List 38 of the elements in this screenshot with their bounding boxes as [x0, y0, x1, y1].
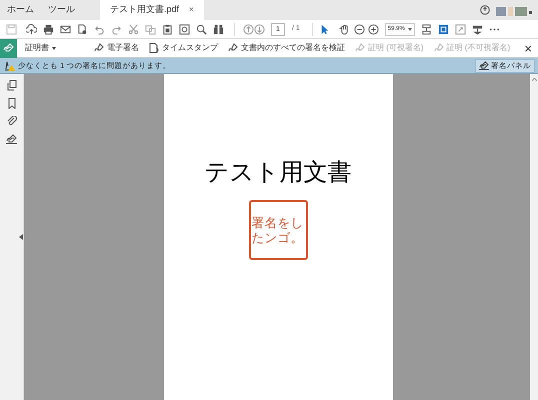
caret-icon — [52, 46, 56, 50]
warning-signature-icon — [4, 60, 15, 70]
zoom-out-icon[interactable] — [354, 24, 365, 34]
close-tab-button[interactable]: × — [189, 4, 194, 16]
hand-icon[interactable] — [338, 24, 350, 34]
signature-pen-icon — [479, 61, 489, 70]
scissors-icon[interactable] — [128, 24, 139, 34]
undo-icon[interactable] — [94, 24, 105, 34]
pen-icon — [94, 43, 104, 53]
bookmark-icon[interactable] — [8, 98, 16, 109]
redo-icon[interactable] — [111, 24, 122, 34]
pages-icon[interactable] — [6, 80, 16, 91]
zoom-in-icon[interactable] — [368, 24, 379, 34]
page-down-icon[interactable] — [254, 24, 265, 34]
caret-icon — [408, 28, 412, 30]
signature-pen-icon[interactable] — [6, 134, 17, 144]
signature-tool-button[interactable]: タイムスタンプ — [149, 42, 218, 54]
help-icon[interactable] — [480, 5, 490, 15]
fit-page-icon[interactable] — [420, 24, 432, 34]
cloud-upload-icon[interactable] — [26, 24, 37, 34]
clipboard-icon[interactable] — [162, 24, 173, 34]
page-up-icon[interactable] — [243, 24, 254, 34]
full-screen-icon[interactable] — [454, 24, 466, 34]
signature-tool-button[interactable]: 文書内のすべての署名を検証 — [228, 42, 345, 54]
page-view-icon[interactable] — [438, 24, 449, 34]
close-button[interactable]: × — [524, 42, 532, 54]
document-title: テスト用文書 — [204, 160, 352, 184]
signature-tool-button[interactable]: 電子署名 — [94, 42, 139, 54]
mail-icon[interactable] — [60, 24, 71, 34]
account-icon[interactable] — [496, 7, 532, 16]
signature-tool-icon[interactable] — [3, 43, 14, 53]
search-icon[interactable] — [196, 24, 207, 34]
file-tab[interactable]: テスト用文書.pdf × — [100, 0, 204, 20]
signature-stamp[interactable]: 署名をしたンゴ。 — [248, 200, 308, 260]
collapse-arrow-icon[interactable] — [19, 234, 23, 240]
certificate-menu[interactable]: 証明書 — [25, 42, 56, 54]
print-icon[interactable] — [43, 24, 54, 34]
paperclip-icon[interactable] — [6, 116, 16, 127]
